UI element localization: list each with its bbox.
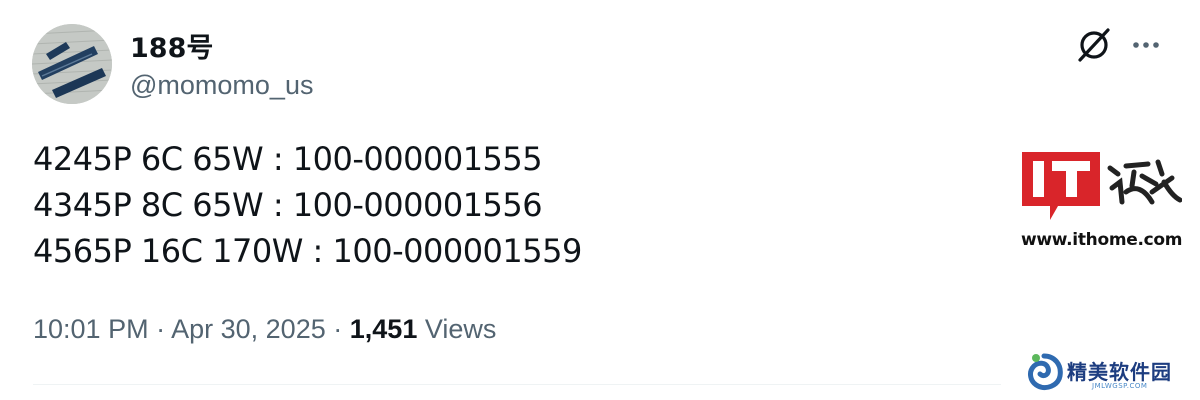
meta-separator: · [156,314,166,344]
ithome-url: www.ithome.com [1021,230,1183,250]
ithome-logo-icon [1022,152,1183,226]
avatar-photo-icon [32,24,112,104]
tweet-line: 4245P 6C 65W : 100-000001555 [33,140,543,178]
avatar[interactable] [32,24,112,104]
meta-separator: · [333,314,343,344]
views-count[interactable]: 1,451 [350,314,418,344]
tweet-time[interactable]: 10:01 PM [33,314,149,344]
tweet-line: 4345P 8C 65W : 100-000001556 [33,186,543,224]
user-handle[interactable]: @momomo_us [130,70,313,101]
display-name[interactable]: 188号 [130,26,213,65]
tweet-text: 4245P 6C 65W : 100-000001555 4345P 8C 65… [33,136,582,274]
views-label: Views [424,314,497,344]
jm-logo-icon [1024,352,1064,392]
grok-icon[interactable] [1075,26,1113,64]
jm-watermark-url: JMLWGSP.COM [1092,382,1148,390]
more-dots-icon[interactable] [1128,30,1164,60]
jm-watermark-text: 精美软件园 [1067,360,1172,384]
tweet-line: 4565P 16C 170W : 100-000001559 [33,232,582,270]
tweet-date[interactable]: Apr 30, 2025 [171,314,326,344]
tweet-meta: 10:01 PM · Apr 30, 2025 · 1,451 Views [33,314,496,345]
divider [33,384,1001,385]
